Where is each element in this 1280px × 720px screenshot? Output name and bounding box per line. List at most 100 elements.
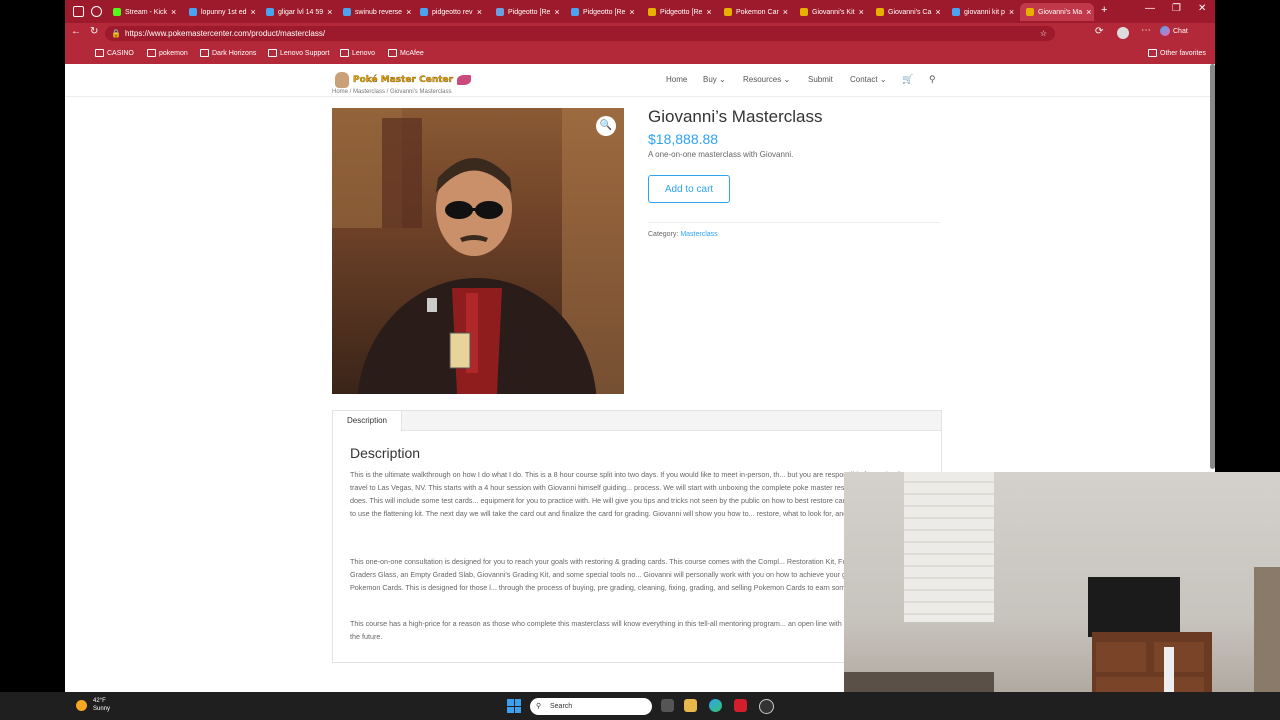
obs-icon[interactable] <box>759 699 774 714</box>
tab-close-icon[interactable]: × <box>783 7 788 17</box>
chevron-down-icon: ⌄ <box>719 75 726 84</box>
search-icon[interactable]: ⚲ <box>929 74 936 85</box>
page-scrollbar[interactable] <box>1210 64 1215 469</box>
tab-favicon-icon <box>266 8 274 16</box>
browser-tab[interactable]: pidgeotto rev × <box>414 3 488 21</box>
tab-close-icon[interactable]: × <box>1086 7 1091 17</box>
nav-home[interactable]: Home <box>666 75 687 84</box>
bookmark-label: Lenovo <box>352 49 375 57</box>
refresh-icon[interactable]: ↻ <box>90 26 98 37</box>
tab-title: Giovanni's Ca <box>888 8 932 16</box>
chevron-down-icon: ⌄ <box>783 75 791 84</box>
browser-tab[interactable]: giovanni kit p × <box>946 3 1020 21</box>
tab-favicon-icon <box>952 8 960 16</box>
logo-bird-icon <box>457 75 472 85</box>
tab-title: Pidgeotto [Re <box>583 8 626 16</box>
windows-start-icon[interactable] <box>507 699 521 713</box>
file-explorer-icon[interactable] <box>684 699 697 712</box>
taskbar-search-placeholder: Search <box>550 703 573 710</box>
tab-close-icon[interactable]: × <box>629 7 634 17</box>
bookmark-lenovo-support[interactable]: Lenovo Support <box>268 49 329 57</box>
browser-tab[interactable]: Pidgeotto [Re × <box>642 3 716 21</box>
taskbar-search[interactable]: ⚲ Search <box>530 698 652 715</box>
category-link[interactable]: Masterclass <box>680 231 717 238</box>
category-label: Category: <box>648 231 679 238</box>
youtube-icon[interactable] <box>734 699 747 712</box>
browser-tab[interactable]: Pidgeotto [Re × <box>565 3 639 21</box>
minimize-button[interactable]: — <box>1145 3 1155 14</box>
divider <box>648 222 940 223</box>
tab-favicon-icon <box>496 8 504 16</box>
tab-description[interactable]: Description <box>333 411 402 431</box>
site-logo[interactable]: Poké Master Center <box>335 70 472 90</box>
tab-workspaces-icon[interactable] <box>91 6 102 17</box>
browser-tab[interactable]: Stream - Kick × <box>107 3 181 21</box>
tab-title: gligar lvl 14 59 <box>278 8 324 16</box>
tab-close-icon[interactable]: × <box>327 7 332 17</box>
tab-title: Giovanni's Ma <box>1038 8 1083 16</box>
bookmark-label: McAfee <box>400 49 424 57</box>
url-bar[interactable]: 🔒 https://www.pokemastercenter.com/produ… <box>105 26 1055 41</box>
logo-text: Poké Master Center <box>353 75 454 85</box>
tab-close-icon[interactable]: × <box>251 7 256 17</box>
cart-icon[interactable]: 🛒 <box>902 74 913 85</box>
tab-title: Pidgeotto [Re <box>508 8 551 16</box>
add-to-cart-button[interactable]: Add to cart <box>648 175 730 203</box>
zoom-icon[interactable]: 🔍 <box>596 116 616 136</box>
tab-close-icon[interactable]: × <box>171 7 176 17</box>
tab-close-icon[interactable]: × <box>554 7 559 17</box>
other-favorites[interactable]: Other favorites <box>1148 49 1206 57</box>
browser-tab[interactable]: Giovanni's Ma × <box>1020 3 1094 21</box>
browser-tab[interactable]: swinub reverse × <box>337 3 411 21</box>
tab-close-icon[interactable]: × <box>477 7 482 17</box>
browser-tab[interactable]: gligar lvl 14 59 × <box>260 3 334 21</box>
browser-tab[interactable]: Pokemon Car × <box>718 3 792 21</box>
bookmark-dark-horizons[interactable]: Dark Horizons <box>200 49 256 57</box>
tab-favicon-icon <box>876 8 884 16</box>
tab-favicon-icon <box>1026 8 1034 16</box>
tab-close-icon[interactable]: × <box>1009 7 1014 17</box>
refresh-extension-icon[interactable]: ⟳ <box>1095 26 1103 37</box>
tab-title: giovanni kit p <box>964 8 1005 16</box>
new-tab-button[interactable]: + <box>1101 4 1107 16</box>
nav-buy[interactable]: Buy ⌄ <box>703 75 726 84</box>
tabs-header: Description <box>333 411 941 431</box>
tab-favicon-icon <box>571 8 579 16</box>
copilot-icon <box>1160 26 1170 36</box>
chevron-down-icon: ⌄ <box>879 75 887 84</box>
maximize-button[interactable]: ❐ <box>1172 3 1181 14</box>
tab-close-icon[interactable]: × <box>406 7 411 17</box>
more-menu-icon[interactable]: ⋯ <box>1141 25 1151 36</box>
bookmark-casino[interactable]: CASINO <box>95 49 134 57</box>
back-icon[interactable]: ← <box>71 26 81 37</box>
tab-favicon-icon <box>189 8 197 16</box>
close-window-button[interactable]: ✕ <box>1198 3 1206 14</box>
bookmark-label: pokemon <box>159 49 188 57</box>
tab-close-icon[interactable]: × <box>706 7 711 17</box>
product-image[interactable]: 🔍 <box>332 108 624 394</box>
favorite-star-icon[interactable]: ☆ <box>1040 26 1047 41</box>
bookmark-mcafee[interactable]: McAfee <box>388 49 424 57</box>
task-view-icon[interactable] <box>661 699 674 712</box>
profile-avatar[interactable] <box>1117 27 1129 39</box>
copilot-chat-button[interactable]: Chat <box>1160 26 1188 36</box>
tab-title: Stream - Kick <box>125 8 168 16</box>
search-icon: ⚲ <box>536 703 542 710</box>
tab-close-icon[interactable]: × <box>935 7 940 17</box>
nav-contact[interactable]: Contact ⌄ <box>850 75 887 84</box>
browser-tab[interactable]: Giovanni's Ca × <box>870 3 944 21</box>
url-text: https://www.pokemastercenter.com/product… <box>125 29 326 38</box>
bookmark-pokemon[interactable]: pokemon <box>147 49 188 57</box>
site-header: Poké Master Center Home Buy ⌄ Resources … <box>65 64 1210 97</box>
tab-actions-icon[interactable] <box>73 6 84 17</box>
browser-tab[interactable]: lopunny 1st ed × <box>183 3 257 21</box>
nav-resources[interactable]: Resources ⌄ <box>743 75 790 84</box>
browser-tab[interactable]: Giovanni's Kit × <box>794 3 868 21</box>
tab-close-icon[interactable]: × <box>859 7 864 17</box>
browser-tab[interactable]: Pidgeotto [Re × <box>490 3 564 21</box>
bookmark-lenovo[interactable]: Lenovo <box>340 49 375 57</box>
edge-icon[interactable] <box>709 699 722 712</box>
webcam-feed <box>844 472 1280 720</box>
description-heading: Description <box>350 445 421 461</box>
nav-submit[interactable]: Submit <box>808 75 833 84</box>
